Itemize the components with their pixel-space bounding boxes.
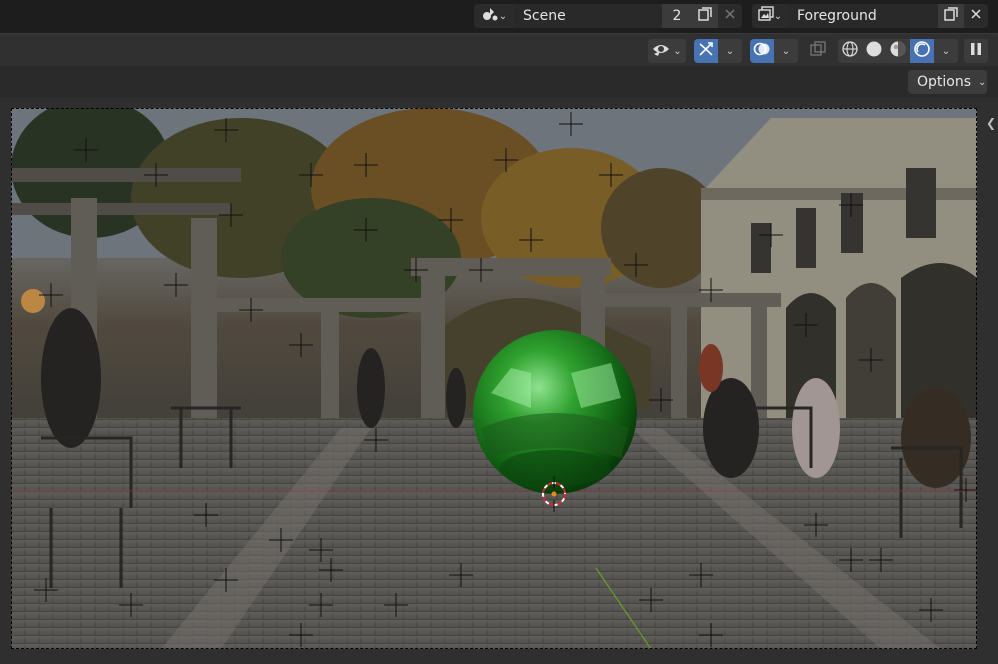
options-label: Options (917, 74, 972, 90)
rendered-shading-button[interactable] (910, 39, 934, 63)
material-shading-icon (889, 40, 907, 62)
duplicate-icon (697, 6, 713, 26)
scene-selector-dropdown[interactable]: ⌄ (474, 4, 514, 28)
delete-scene-button[interactable] (718, 4, 742, 28)
scene-users-count: 2 (662, 4, 692, 28)
view-layer-name: Foreground (797, 8, 877, 24)
scene-name: Scene (523, 8, 566, 24)
solid-shading-button[interactable] (862, 39, 886, 63)
xray-toggle-button[interactable] (806, 39, 830, 63)
chevron-down-icon: ⌄ (498, 10, 508, 22)
view-layer-selector-dropdown[interactable]: ⌄ (752, 4, 788, 28)
scene-icon (481, 5, 499, 27)
eye-icon (652, 41, 670, 61)
view-layer-icon (758, 6, 774, 26)
close-icon (724, 8, 736, 24)
overlay-icon (753, 40, 771, 62)
scene-bar: ⌄ Scene 2 ⌄ Foreground (0, 0, 998, 33)
solid-shading-icon (865, 40, 883, 62)
camera-frame-render[interactable] (11, 108, 977, 649)
viewport-subheader (0, 66, 998, 98)
duplicate-icon (943, 6, 959, 26)
rendered-shading-icon (913, 40, 931, 62)
pause-render-button[interactable] (964, 39, 988, 63)
rendered-scene (11, 108, 977, 649)
view-layer-name-field[interactable]: Foreground (788, 4, 938, 28)
green-chrome-sphere[interactable] (473, 330, 637, 494)
gizmo-toggle-button[interactable] (694, 39, 718, 63)
new-scene-button[interactable] (692, 4, 718, 28)
chevron-down-icon: ⌄ (781, 45, 791, 57)
options-dropdown[interactable]: Options ⌄ (908, 70, 987, 94)
close-icon (970, 8, 982, 24)
gizmo-icon (697, 40, 715, 62)
pause-icon (970, 42, 982, 60)
xray-icon (810, 41, 826, 61)
chevron-down-icon: ⌄ (978, 76, 987, 88)
chevron-down-icon: ⌄ (773, 10, 783, 22)
new-view-layer-button[interactable] (938, 4, 964, 28)
material-shading-button[interactable] (886, 39, 910, 63)
chevron-down-icon: ⌄ (725, 45, 735, 57)
wireframe-shading-button[interactable] (838, 39, 862, 63)
3d-viewport[interactable]: ❮ (0, 98, 998, 664)
delete-view-layer-button[interactable] (964, 4, 988, 28)
wireframe-shading-icon (841, 40, 859, 62)
overlay-toggle-button[interactable] (750, 39, 774, 63)
scene-name-field[interactable]: Scene (514, 4, 662, 28)
chevron-left-icon[interactable]: ❮ (986, 116, 996, 130)
overlay-options-dropdown[interactable]: ⌄ (774, 39, 798, 63)
gizmo-options-dropdown[interactable]: ⌄ (718, 39, 742, 63)
chevron-down-icon: ⌄ (673, 45, 682, 57)
chevron-down-icon: ⌄ (941, 45, 951, 57)
object-visibility-dropdown[interactable]: ⌄ (648, 39, 686, 63)
shading-options-dropdown[interactable]: ⌄ (934, 39, 958, 63)
